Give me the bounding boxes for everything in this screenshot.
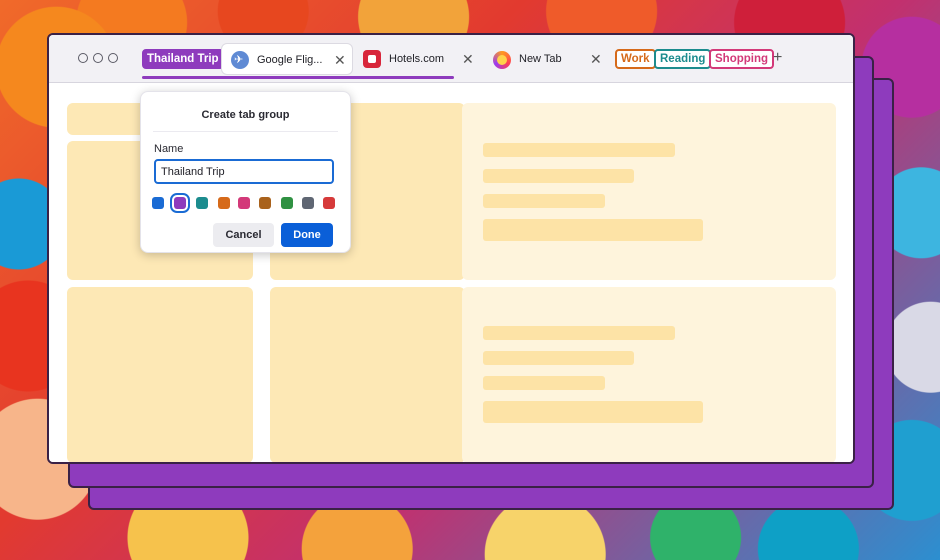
window-zoom-control[interactable] — [108, 53, 118, 63]
placeholder-line — [483, 376, 605, 390]
divider — [153, 131, 338, 132]
color-swatch-green[interactable] — [281, 197, 293, 209]
create-tab-group-dialog: Create tab group Name Cancel Done — [140, 91, 351, 253]
tab-new-tab[interactable]: New Tab ✕ — [485, 43, 609, 75]
placeholder-line — [483, 143, 675, 157]
tab-group-shopping[interactable]: Shopping — [709, 49, 775, 69]
close-icon[interactable]: ✕ — [590, 51, 602, 68]
airplane-icon — [231, 51, 249, 69]
cancel-button[interactable]: Cancel — [213, 223, 274, 247]
placeholder-line — [483, 194, 605, 208]
placeholder-button — [483, 219, 703, 241]
group-name-input[interactable] — [154, 159, 334, 184]
window-close-control[interactable] — [78, 53, 88, 63]
placeholder-line — [483, 326, 675, 340]
color-swatch-purple[interactable] — [170, 193, 190, 213]
hotels-icon — [363, 50, 381, 68]
close-icon[interactable]: ✕ — [334, 52, 346, 69]
name-label: Name — [154, 143, 184, 155]
tab-hotels[interactable]: Hotels.com ✕ — [353, 43, 485, 75]
tab-label: Hotels.com — [389, 53, 445, 65]
tab-label: Google Flig... — [257, 54, 323, 66]
dialog-title: Create tab group — [201, 109, 290, 121]
done-button[interactable]: Done — [281, 223, 333, 247]
color-swatch-red[interactable] — [323, 197, 335, 209]
color-swatch-pink[interactable] — [238, 197, 250, 209]
firefox-icon — [493, 51, 511, 69]
tab-bar: Thailand Trip Google Flig... ✕ Hotels.co… — [49, 35, 853, 83]
color-swatch-blue[interactable] — [152, 197, 164, 209]
close-icon[interactable]: ✕ — [462, 51, 474, 68]
tab-group-thailand-trip[interactable]: Thailand Trip — [142, 49, 224, 69]
placeholder-card — [67, 287, 253, 462]
placeholder-button — [483, 401, 703, 423]
color-swatch-teal[interactable] — [196, 197, 208, 209]
tab-group-underline — [142, 76, 454, 79]
tab-label: New Tab — [519, 53, 562, 65]
placeholder-line — [483, 351, 634, 365]
placeholder-panel — [462, 287, 836, 462]
window-minimize-control[interactable] — [93, 53, 103, 63]
tab-group-work[interactable]: Work — [615, 49, 656, 69]
placeholder-panel — [462, 103, 836, 280]
tab-google-flights[interactable]: Google Flig... ✕ — [221, 43, 353, 75]
new-tab-button[interactable]: + — [773, 49, 782, 67]
tab-group-reading[interactable]: Reading — [654, 49, 712, 69]
color-swatch-gray[interactable] — [302, 197, 314, 209]
color-swatch-orange[interactable] — [218, 197, 230, 209]
placeholder-line — [483, 169, 634, 183]
color-swatch-brown[interactable] — [259, 197, 271, 209]
placeholder-image — [270, 287, 465, 462]
